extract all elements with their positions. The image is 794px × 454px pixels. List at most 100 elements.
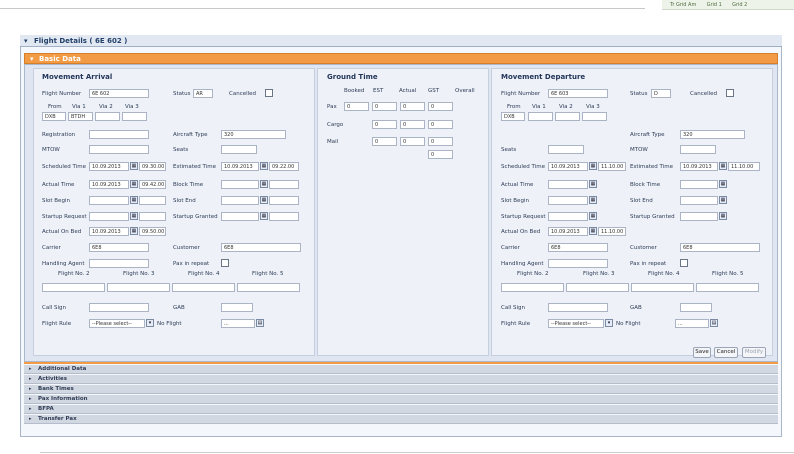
via2-input[interactable] <box>95 112 120 121</box>
dep-customer-input[interactable]: 6E8 <box>680 243 760 252</box>
lookup-icon[interactable]: ▤ <box>710 319 718 327</box>
dep-carrier-input[interactable]: 6E8 <box>548 243 608 252</box>
estimated-date-input[interactable]: 10.09.2013 <box>221 162 259 171</box>
slot-end-time-input[interactable] <box>269 196 299 205</box>
calendar-icon[interactable]: ▦ <box>719 196 727 204</box>
dep-aircraft-type-input[interactable]: 320 <box>680 130 745 139</box>
dep-handling-agent-input[interactable] <box>548 259 608 268</box>
dep-actual-on-bed-date-input[interactable]: 10.09.2013 <box>548 227 588 236</box>
block-date-input[interactable] <box>221 180 259 189</box>
calendar-icon[interactable]: ▦ <box>589 196 597 204</box>
dep-flight-number-input[interactable]: 6E 603 <box>548 89 608 98</box>
dep-via3-input[interactable] <box>582 112 607 121</box>
dep-flight-no-4-input[interactable] <box>631 283 694 292</box>
dep-scheduled-time-input[interactable]: 11.10.00 <box>598 162 626 171</box>
gab-input[interactable] <box>221 303 253 312</box>
from-input[interactable]: DXB <box>42 112 66 121</box>
section-additional-data[interactable]: ▸ Additional Data <box>24 365 778 374</box>
gt-input[interactable]: 0 <box>372 102 397 111</box>
dep-cancelled-checkbox[interactable] <box>726 89 734 97</box>
dep-actual-date-input[interactable] <box>548 180 588 189</box>
gt-total-input[interactable]: 0 <box>428 150 453 159</box>
modify-button[interactable]: Modify <box>742 347 766 358</box>
section-activities[interactable]: ▸ Activities <box>24 375 778 384</box>
via1-input[interactable]: BTDH <box>68 112 93 121</box>
registration-input[interactable] <box>89 130 149 139</box>
gt-input[interactable]: 0 <box>400 137 425 146</box>
via3-input[interactable] <box>122 112 147 121</box>
startup-granted-input[interactable] <box>221 212 259 221</box>
dep-no-flight-input[interactable]: ... <box>675 319 709 328</box>
dep-seats-input[interactable] <box>548 145 584 154</box>
actual-time-input[interactable]: 09.42.00 <box>139 180 166 189</box>
slot-begin-time-input[interactable] <box>139 196 166 205</box>
calendar-icon[interactable]: ▦ <box>719 180 727 188</box>
dep-block-date-input[interactable] <box>680 180 718 189</box>
section-bank-times[interactable]: ▸ Bank Times <box>24 385 778 394</box>
cancel-button[interactable]: Cancel <box>714 347 738 358</box>
dep-via2-input[interactable] <box>555 112 580 121</box>
dep-flight-no-5-input[interactable] <box>696 283 759 292</box>
startup-request-input[interactable] <box>89 212 129 221</box>
startup-request-time-input[interactable] <box>139 212 166 221</box>
calendar-icon[interactable]: ▦ <box>589 180 597 188</box>
carrier-input[interactable]: 6E8 <box>89 243 149 252</box>
gt-input[interactable]: 0 <box>344 102 369 111</box>
calendar-icon[interactable]: ▦ <box>719 212 727 220</box>
dep-slot-end-input[interactable] <box>680 196 718 205</box>
mtow-input[interactable] <box>89 145 149 154</box>
dep-via1-input[interactable] <box>528 112 553 121</box>
dep-call-sign-input[interactable] <box>548 303 608 312</box>
save-button[interactable]: Save <box>693 347 711 358</box>
dep-startup-granted-input[interactable] <box>680 212 718 221</box>
cancelled-checkbox[interactable] <box>265 89 273 97</box>
estimated-time-input[interactable]: 09.22.00 <box>269 162 299 171</box>
customer-input[interactable]: 6E8 <box>221 243 301 252</box>
status-input[interactable]: AR <box>193 89 213 98</box>
calendar-icon[interactable]: ▦ <box>589 162 597 170</box>
actual-date-input[interactable]: 10.09.2013 <box>89 180 129 189</box>
calendar-icon[interactable]: ▦ <box>130 162 138 170</box>
flight-no-2-input[interactable] <box>42 283 105 292</box>
dep-actual-on-bed-time-input[interactable]: 11.10.00 <box>598 227 626 236</box>
block-time-input[interactable] <box>269 180 299 189</box>
calendar-icon[interactable]: ▦ <box>130 227 138 235</box>
dep-flight-rule-select[interactable]: --Please select-- <box>548 319 604 328</box>
flight-no-4-input[interactable] <box>172 283 235 292</box>
dep-mtow-input[interactable] <box>680 145 716 154</box>
calendar-icon[interactable]: ▦ <box>260 212 268 220</box>
basic-data-header[interactable]: ▾ Basic Data <box>24 53 778 64</box>
dep-pax-repeat-checkbox[interactable] <box>680 259 688 267</box>
gt-input[interactable]: 0 <box>372 120 397 129</box>
handling-agent-input[interactable] <box>89 259 149 268</box>
flight-number-input[interactable]: 6E 602 <box>89 89 149 98</box>
dep-flight-no-2-input[interactable] <box>501 283 564 292</box>
gt-input[interactable]: 0 <box>372 137 397 146</box>
gt-input[interactable]: 0 <box>428 137 453 146</box>
gt-input[interactable]: 0 <box>400 120 425 129</box>
actual-on-bed-date-input[interactable]: 10.09.2013 <box>89 227 129 236</box>
lookup-icon[interactable]: ▤ <box>256 319 264 327</box>
dropdown-icon[interactable]: ▾ <box>605 319 613 327</box>
calendar-icon[interactable]: ▦ <box>589 212 597 220</box>
section-bfpa[interactable]: ▸ BFPA <box>24 405 778 414</box>
flight-rule-select[interactable]: --Please select-- <box>89 319 145 328</box>
slot-begin-input[interactable] <box>89 196 129 205</box>
calendar-icon[interactable]: ▦ <box>260 162 268 170</box>
section-transfer-pax[interactable]: ▸ Transfer Pax <box>24 415 778 424</box>
window-title-bar[interactable]: ▾ Flight Details ( 6E 602 ) <box>20 35 782 47</box>
call-sign-input[interactable] <box>89 303 149 312</box>
no-flight-input[interactable]: ... <box>221 319 255 328</box>
gt-input[interactable]: 0 <box>428 102 453 111</box>
slot-end-input[interactable] <box>221 196 259 205</box>
dep-status-input[interactable]: D <box>651 89 671 98</box>
dep-flight-no-3-input[interactable] <box>566 283 629 292</box>
calendar-icon[interactable]: ▦ <box>589 227 597 235</box>
flight-no-3-input[interactable] <box>107 283 170 292</box>
gt-input[interactable]: 0 <box>428 120 453 129</box>
calendar-icon[interactable]: ▦ <box>719 162 727 170</box>
gt-input[interactable]: 0 <box>400 102 425 111</box>
aircraft-type-input[interactable]: 320 <box>221 130 286 139</box>
scheduled-time-input[interactable]: 09.30.00 <box>139 162 166 171</box>
dep-slot-begin-input[interactable] <box>548 196 588 205</box>
